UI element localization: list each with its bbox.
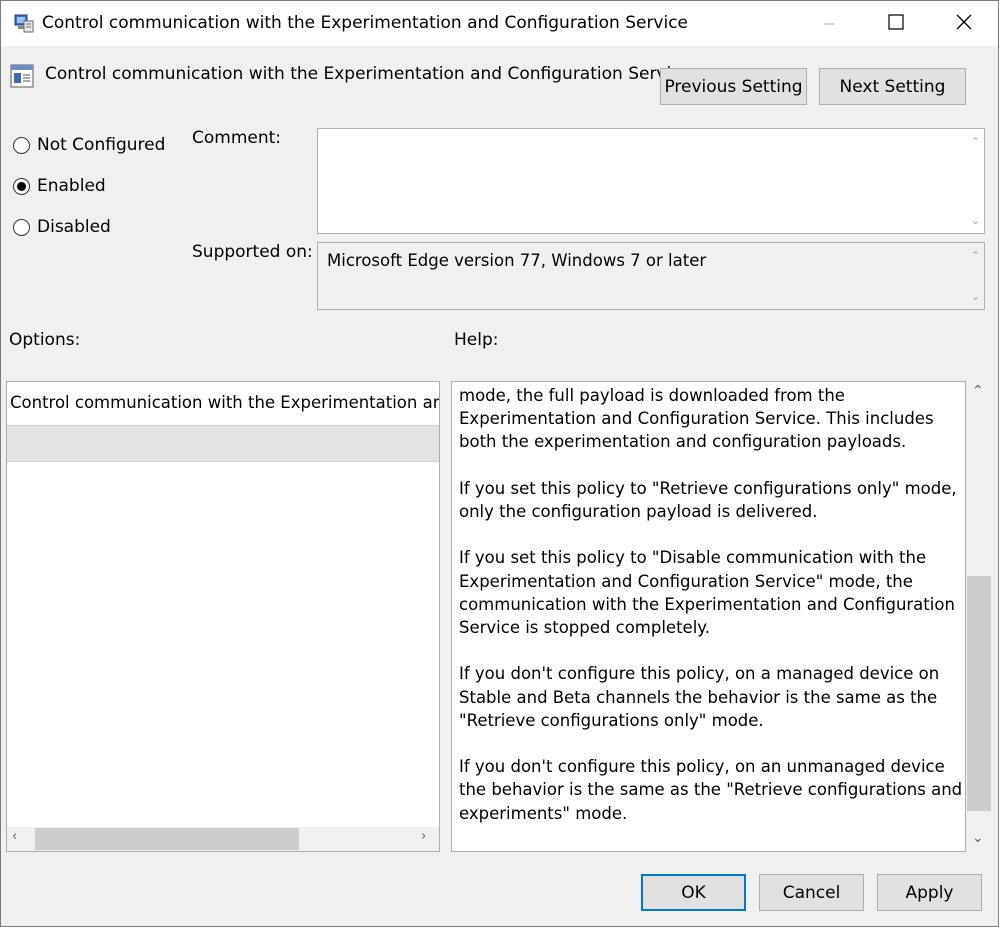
policy-heading: Control communication with the Experimen… <box>45 64 692 84</box>
radio-label-disabled: Disabled <box>37 217 111 237</box>
help-paragraph: If you don't configure this policy, on a… <box>459 757 963 823</box>
ok-button[interactable]: OK <box>641 874 746 911</box>
scroll-up-icon[interactable]: ⌃ <box>972 383 984 399</box>
scroll-right-icon[interactable]: › <box>421 829 426 844</box>
close-icon <box>955 13 973 35</box>
scroll-down-icon[interactable]: ⌄ <box>972 830 984 846</box>
minimize-icon <box>823 15 835 34</box>
options-control-row[interactable] <box>7 425 439 462</box>
help-text: mode, the full payload is downloaded fro… <box>459 384 964 848</box>
radio-disabled[interactable]: Disabled <box>13 217 111 237</box>
maximize-icon <box>888 14 904 34</box>
comment-textarea[interactable]: ⌃ ⌄ <box>317 128 985 234</box>
scroll-left-icon[interactable]: ‹ <box>12 829 17 844</box>
radio-circle-not-configured <box>13 136 30 154</box>
help-label: Help: <box>454 330 499 350</box>
options-horizontal-scrollbar[interactable]: ‹ › <box>7 827 439 851</box>
radio-label-not-configured: Not Configured <box>37 135 166 155</box>
help-vertical-scrollbar[interactable]: ⌃ ⌄ <box>967 381 991 852</box>
radio-not-configured[interactable]: Not Configured <box>13 135 165 155</box>
policy-app-icon <box>13 12 35 38</box>
radio-circle-disabled <box>13 218 30 236</box>
next-setting-button[interactable]: Next Setting <box>819 68 966 105</box>
vertical-scroll-thumb[interactable] <box>967 576 991 811</box>
supported-on-value: Microsoft Edge version 77, Windows 7 or … <box>327 251 707 270</box>
options-item-text: Control communication with the Experimen… <box>10 393 440 412</box>
window-title: Control communication with the Experimen… <box>42 13 689 33</box>
help-paragraph: If you don't configure this policy, on a… <box>459 664 940 730</box>
scroll-up-icon[interactable]: ⌃ <box>967 249 984 262</box>
previous-setting-button[interactable]: Previous Setting <box>660 68 807 105</box>
radio-enabled[interactable]: Enabled <box>13 176 106 196</box>
help-paragraph: mode, the full payload is downloaded fro… <box>459 386 934 452</box>
help-text-pane: mode, the full payload is downloaded fro… <box>451 381 966 852</box>
radio-selected-dot <box>17 181 26 191</box>
cancel-button[interactable]: Cancel <box>759 874 864 911</box>
scroll-down-icon[interactable]: ⌄ <box>967 214 984 227</box>
options-label: Options: <box>9 330 81 350</box>
help-paragraph: If you set this policy to "Retrieve conf… <box>459 478 957 521</box>
scroll-up-icon[interactable]: ⌃ <box>967 135 984 148</box>
supported-on-field: Microsoft Edge version 77, Windows 7 or … <box>317 242 985 310</box>
apply-button[interactable]: Apply <box>877 874 982 911</box>
comment-scrollbar[interactable]: ⌃ ⌄ <box>967 129 984 233</box>
close-button[interactable] <box>941 2 987 46</box>
horizontal-scroll-thumb[interactable] <box>35 828 299 850</box>
maximize-button[interactable] <box>873 2 919 46</box>
policy-setting-icon <box>10 64 34 92</box>
comment-label: Comment: <box>192 128 282 148</box>
radio-label-enabled: Enabled <box>37 176 106 196</box>
options-pane[interactable]: Control communication with the Experimen… <box>6 381 440 852</box>
supported-scrollbar[interactable]: ⌃ ⌄ <box>967 243 984 309</box>
supported-on-label: Supported on: <box>192 242 313 262</box>
minimize-button[interactable] <box>806 2 852 46</box>
help-paragraph: If you set this policy to "Disable commu… <box>459 548 955 637</box>
scroll-down-icon[interactable]: ⌄ <box>967 290 984 303</box>
title-bar[interactable]: Control communication with the Experimen… <box>1 1 998 46</box>
radio-circle-enabled <box>13 177 30 195</box>
